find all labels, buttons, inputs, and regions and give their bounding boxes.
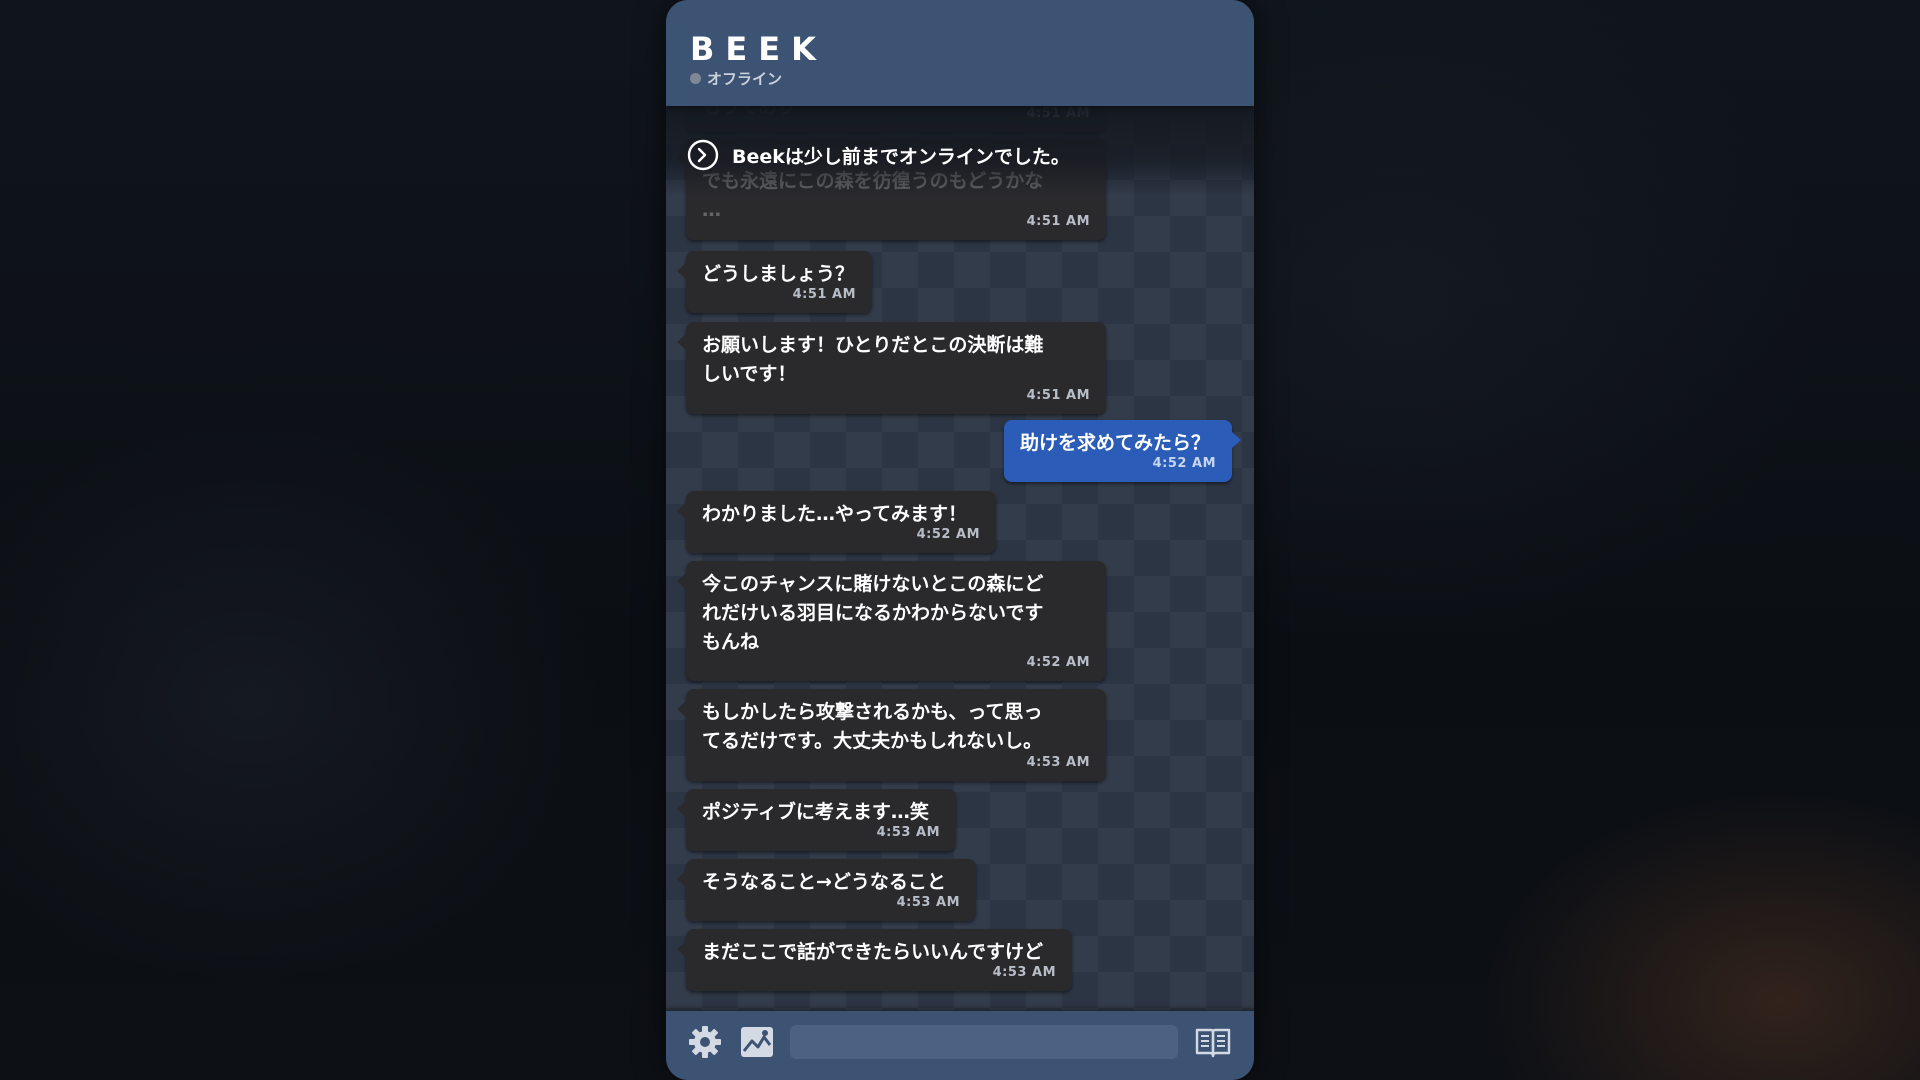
- message-time: 4:53 AM: [876, 825, 940, 840]
- message-bubble: ポジティブに考えます…笑 4:53 AM: [677, 789, 956, 851]
- gear-icon: [689, 1026, 721, 1058]
- message-bubble: もしかしたら攻撃されるかも、って思っ てるだけです。大丈夫かもしれないし。 4:…: [677, 689, 1106, 781]
- message-bubble: まだここで話ができたらいいんですけど 4:53 AM: [677, 929, 1072, 991]
- message-bubble: どうしましょう？ 4:51 AM: [677, 251, 872, 313]
- journal-button[interactable]: [1194, 1023, 1232, 1061]
- message-bubble: もうてあり 4:51 AM: [677, 106, 1106, 132]
- message-time: 4:52 AM: [916, 527, 980, 542]
- contact-status: オフライン: [690, 68, 782, 89]
- message-bubble: 今このチャンスに賭けないとこの森にど れだけいる羽目になるかわからないです もん…: [677, 561, 1106, 681]
- chat-header: BEEK オフライン: [666, 0, 1254, 106]
- message-bubble: お願いします！ひとりだとこの決断は難 しいです！ 4:51 AM: [677, 322, 1106, 414]
- message-time: 4:51 AM: [1026, 106, 1090, 121]
- message-list[interactable]: Beekは少し前までオンラインでした。 もうてあり 4:51 AM でも永遠にこ…: [666, 106, 1254, 1011]
- clock-arrow-icon: [687, 139, 719, 171]
- chat-footer-toolbar: [666, 1011, 1254, 1080]
- message-time: 4:51 AM: [792, 287, 856, 302]
- settings-button[interactable]: [686, 1023, 724, 1061]
- message-time: 4:52 AM: [1026, 655, 1090, 670]
- contact-name: BEEK: [690, 30, 827, 68]
- message-time: 4:51 AM: [1026, 214, 1090, 229]
- open-book-icon: [1195, 1028, 1231, 1058]
- notice-text: Beekは少し前までオンラインでした。: [732, 145, 1070, 168]
- last-online-notice: Beekは少し前までオンラインでした。: [686, 138, 1070, 172]
- message-time: 4:53 AM: [992, 965, 1056, 980]
- image-gallery-icon: [741, 1027, 773, 1057]
- message-text: 今このチャンスに賭けないとこの森にど れだけいる羽目になるかわからないです もん…: [702, 573, 1044, 653]
- status-text: オフライン: [707, 70, 783, 88]
- message-bubble: そうなること→どうなること 4:53 AM: [677, 859, 976, 921]
- message-time: 4:53 AM: [896, 895, 960, 910]
- message-bubble: わかりました…やってみます！ 4:52 AM: [677, 491, 996, 553]
- chat-phone-window: BEEK オフライン Beekは少し前までオンラインでした。 もうてあり 4:5…: [666, 0, 1254, 1080]
- message-input[interactable]: [790, 1025, 1178, 1059]
- message-time: 4:52 AM: [1152, 456, 1216, 471]
- message-time: 4:51 AM: [1026, 388, 1090, 403]
- status-dot-icon: [690, 73, 701, 84]
- gallery-button[interactable]: [738, 1023, 776, 1061]
- message-bubble-outgoing: 助けを求めてみたら？ 4:52 AM: [1004, 420, 1241, 482]
- message-text: もうてあり: [702, 106, 796, 118]
- message-time: 4:53 AM: [1026, 755, 1090, 770]
